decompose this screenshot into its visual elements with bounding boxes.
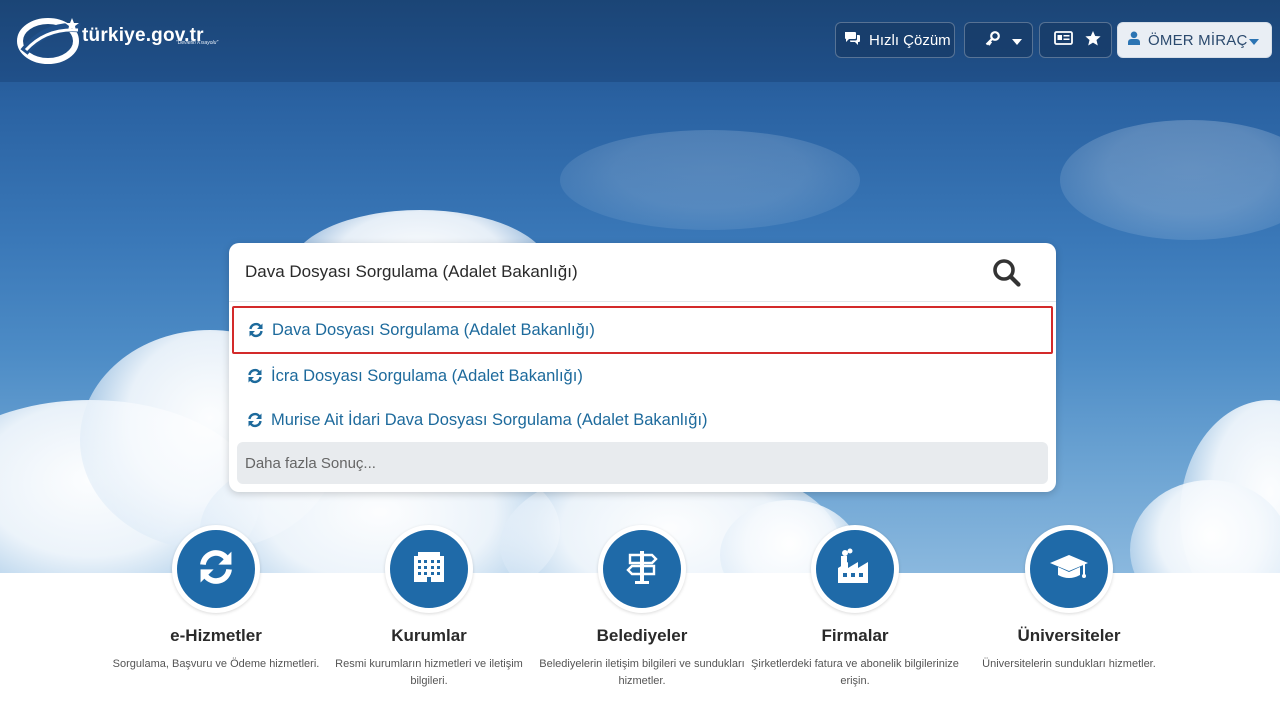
category-title[interactable]: Firmalar <box>750 626 960 646</box>
id-card-and-favorites-group <box>1039 22 1112 58</box>
key-icon <box>985 30 1000 50</box>
user-icon <box>1128 31 1140 49</box>
chat-bubbles-icon <box>844 31 861 50</box>
category-description: Üniversitelerin sundukları hizmetler. <box>982 658 1156 670</box>
category-description: Şirketlerdeki fatura ve abonelik bilgile… <box>751 658 959 687</box>
search-divider <box>229 301 1056 302</box>
building-icon <box>410 548 448 591</box>
chevron-down-icon <box>1249 32 1259 49</box>
search-input[interactable] <box>229 243 1056 301</box>
search-icon[interactable] <box>991 257 1023 289</box>
refresh-arrows-icon <box>197 548 235 591</box>
search-suggestion[interactable]: İcra Dosyası Sorgulama (Adalet Bakanlığı… <box>233 354 1052 398</box>
category-icon-circle[interactable] <box>811 525 899 613</box>
chevron-down-icon <box>1012 32 1022 49</box>
search-suggestion-label: Dava Dosyası Sorgulama (Adalet Bakanlığı… <box>272 320 595 339</box>
id-card-icon[interactable] <box>1054 31 1073 49</box>
category-icon-circle[interactable] <box>172 525 260 613</box>
category-icon-circle[interactable] <box>385 525 473 613</box>
search-suggestion[interactable]: Dava Dosyası Sorgulama (Adalet Bakanlığı… <box>232 306 1053 354</box>
star-icon[interactable] <box>1085 30 1101 50</box>
search-suggestion-label: İcra Dosyası Sorgulama (Adalet Bakanlığı… <box>271 366 583 385</box>
crescent-star-logo-icon <box>16 14 84 66</box>
refresh-arrows-icon <box>248 322 264 338</box>
category-description: Sorgulama, Başvuru ve Ödeme hizmetleri. <box>112 658 320 670</box>
user-menu-button[interactable]: ÖMER MİRAÇ <box>1117 22 1272 58</box>
category-icon-circle[interactable] <box>598 525 686 613</box>
user-name: ÖMER MİRAÇ <box>1148 31 1248 49</box>
category-companies[interactable]: Firmalar Şirketlerdeki fatura ve aboneli… <box>750 525 960 705</box>
category-title[interactable]: Belediyeler <box>537 626 747 646</box>
graduation-cap-icon <box>1049 549 1089 590</box>
category-title[interactable]: e-Hizmetler <box>111 626 321 646</box>
more-results-link[interactable]: Daha fazla Sonuç... <box>237 442 1048 484</box>
signpost-icon <box>623 548 661 591</box>
category-municipalities[interactable]: Belediyeler Belediyelerin iletişim bilgi… <box>537 525 747 705</box>
top-navigation-bar: türkiye.gov.tr "Devletin Kısayolu" Hızlı… <box>0 0 1280 82</box>
category-icon-circle[interactable] <box>1025 525 1113 613</box>
category-institutions[interactable]: Kurumlar Resmi kurumların hizmetleri ve … <box>324 525 534 705</box>
category-e-services[interactable]: e-Hizmetler Sorgulama, Başvuru ve Ödeme … <box>111 525 321 705</box>
search-suggestion-label: Murise Ait İdari Dava Dosyası Sorgulama … <box>271 410 708 429</box>
category-title[interactable]: Üniversiteler <box>964 626 1174 646</box>
quick-solution-label: Hızlı Çözüm <box>869 31 951 49</box>
search-suggestion[interactable]: Murise Ait İdari Dava Dosyası Sorgulama … <box>233 398 1052 442</box>
category-universities[interactable]: Üniversiteler Üniversitelerin sundukları… <box>964 525 1174 705</box>
category-description: Belediyelerin iletişim bilgileri ve sund… <box>539 658 745 687</box>
factory-icon <box>835 548 875 591</box>
search-panel: Dava Dosyası Sorgulama (Adalet Bakanlığı… <box>229 243 1056 492</box>
quick-solution-button[interactable]: Hızlı Çözüm <box>835 22 955 58</box>
refresh-arrows-icon <box>247 368 263 384</box>
logo-slogan: "Devletin Kısayolu" <box>176 40 219 46</box>
refresh-arrows-icon <box>247 412 263 428</box>
login-options-dropdown[interactable] <box>964 22 1033 58</box>
category-title[interactable]: Kurumlar <box>324 626 534 646</box>
category-description: Resmi kurumların hizmetleri ve iletişim … <box>335 658 523 687</box>
